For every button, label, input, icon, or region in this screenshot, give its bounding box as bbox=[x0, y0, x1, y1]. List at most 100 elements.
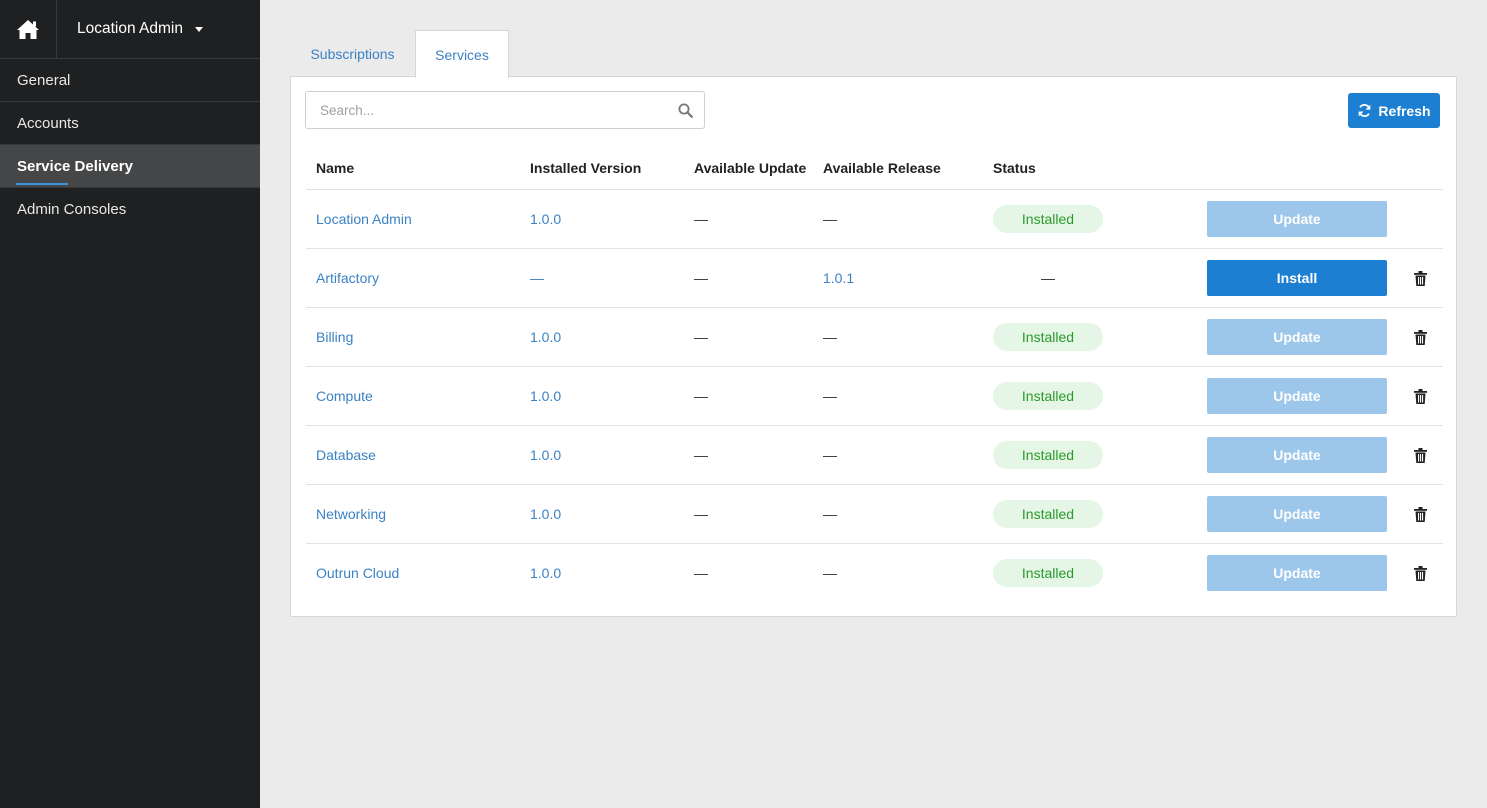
status-cell: — bbox=[993, 249, 1103, 307]
search-box bbox=[305, 91, 705, 129]
sidebar-item-label: Service Delivery bbox=[17, 157, 133, 175]
update-button[interactable]: Update bbox=[1207, 201, 1387, 237]
action-cell: Update bbox=[1207, 544, 1387, 602]
available-release: — bbox=[823, 565, 837, 581]
trash-icon bbox=[1413, 565, 1427, 581]
available-release: — bbox=[823, 329, 837, 345]
installed-version[interactable]: 1.0.0 bbox=[530, 426, 561, 484]
available-update: — bbox=[694, 211, 708, 227]
caret-down-icon bbox=[195, 26, 203, 32]
column-header-available-update[interactable]: Available Update bbox=[694, 147, 806, 189]
available-release: — bbox=[823, 506, 837, 522]
installed-version[interactable]: 1.0.0 bbox=[530, 308, 561, 366]
column-header-available-release[interactable]: Available Release bbox=[823, 147, 941, 189]
sidebar-item-label: Accounts bbox=[17, 114, 79, 132]
installed-version[interactable]: 1.0.0 bbox=[530, 367, 561, 425]
trash-icon bbox=[1413, 447, 1427, 463]
sidebar-item-label: Admin Consoles bbox=[17, 201, 127, 218]
sidebar-item-accounts[interactable]: Accounts bbox=[0, 102, 260, 145]
status-badge: Installed bbox=[993, 441, 1103, 469]
sidebar-item-label: General bbox=[17, 71, 71, 89]
installed-version[interactable]: 1.0.0 bbox=[530, 485, 561, 543]
sidebar: Location Admin General Accounts Service … bbox=[0, 0, 260, 808]
search-icon[interactable] bbox=[678, 103, 693, 118]
sidebar-header: Location Admin bbox=[0, 0, 260, 59]
available-release: — bbox=[823, 388, 837, 404]
update-button[interactable]: Update bbox=[1207, 555, 1387, 591]
available-update: — bbox=[694, 329, 708, 345]
status-badge: Installed bbox=[993, 205, 1103, 233]
service-name-link[interactable]: Artifactory bbox=[316, 249, 379, 307]
update-button[interactable]: Update bbox=[1207, 319, 1387, 355]
delete-button[interactable] bbox=[1411, 426, 1429, 484]
status-badge: Installed bbox=[993, 382, 1103, 410]
status-cell: Installed bbox=[993, 190, 1103, 248]
installed-version[interactable]: 1.0.0 bbox=[530, 190, 561, 248]
available-update: — bbox=[694, 388, 708, 404]
status-cell: Installed bbox=[993, 544, 1103, 602]
action-cell: Update bbox=[1207, 308, 1387, 366]
sidebar-item-service-delivery[interactable]: Service Delivery bbox=[0, 145, 260, 188]
installed-version: — bbox=[530, 270, 544, 286]
service-name-link[interactable]: Outrun Cloud bbox=[316, 544, 399, 602]
delete-button[interactable] bbox=[1411, 249, 1429, 307]
service-name-link[interactable]: Database bbox=[316, 426, 376, 484]
app-switcher-label: Location Admin bbox=[77, 20, 183, 37]
tab-services[interactable]: Services bbox=[415, 30, 509, 78]
tab-subscriptions[interactable]: Subscriptions bbox=[291, 30, 414, 77]
available-release: — bbox=[823, 447, 837, 463]
services-panel: Refresh Name Installed Version Available… bbox=[290, 76, 1457, 617]
refresh-button[interactable]: Refresh bbox=[1348, 93, 1440, 128]
available-release: — bbox=[823, 211, 837, 227]
table-row: Billing 1.0.0 — — Installed Update bbox=[306, 308, 1443, 367]
refresh-label: Refresh bbox=[1378, 102, 1431, 119]
status-cell: Installed bbox=[993, 485, 1103, 543]
app-switcher-dropdown[interactable]: Location Admin bbox=[57, 0, 260, 58]
trash-icon bbox=[1413, 270, 1427, 286]
home-button[interactable] bbox=[0, 0, 57, 58]
refresh-icon bbox=[1359, 104, 1371, 117]
status-badge: Installed bbox=[993, 323, 1103, 351]
update-button[interactable]: Update bbox=[1207, 378, 1387, 414]
status-cell: Installed bbox=[993, 308, 1103, 366]
status-cell: Installed bbox=[993, 367, 1103, 425]
action-cell: Update bbox=[1207, 426, 1387, 484]
tab-label: Subscriptions bbox=[310, 45, 395, 62]
table-row: Compute 1.0.0 — — Installed Update bbox=[306, 367, 1443, 426]
trash-icon bbox=[1413, 506, 1427, 522]
home-icon bbox=[17, 19, 39, 39]
status-cell: Installed bbox=[993, 426, 1103, 484]
table-row: Outrun Cloud 1.0.0 — — Installed Update bbox=[306, 544, 1443, 603]
status-text: — bbox=[1041, 270, 1055, 286]
tab-label: Services bbox=[435, 46, 489, 63]
trash-icon bbox=[1413, 329, 1427, 345]
column-header-name[interactable]: Name bbox=[316, 147, 354, 189]
delete-button[interactable] bbox=[1411, 308, 1429, 366]
install-button[interactable]: Install bbox=[1207, 260, 1387, 296]
available-update: — bbox=[694, 565, 708, 581]
search-input[interactable] bbox=[306, 92, 704, 128]
available-release[interactable]: 1.0.1 bbox=[823, 249, 854, 307]
available-update: — bbox=[694, 447, 708, 463]
update-button[interactable]: Update bbox=[1207, 437, 1387, 473]
delete-button[interactable] bbox=[1411, 544, 1429, 602]
table-body: Location Admin 1.0.0 — — Installed Update Arti… bbox=[306, 190, 1443, 603]
service-name-link[interactable]: Billing bbox=[316, 308, 353, 366]
status-badge: Installed bbox=[993, 559, 1103, 587]
sidebar-item-admin-consoles[interactable]: Admin Consoles bbox=[0, 188, 260, 231]
installed-version[interactable]: 1.0.0 bbox=[530, 544, 561, 602]
status-badge: Installed bbox=[993, 500, 1103, 528]
action-cell: Update bbox=[1207, 190, 1387, 248]
service-name-link[interactable]: Location Admin bbox=[316, 190, 412, 248]
action-cell: Update bbox=[1207, 367, 1387, 425]
service-name-link[interactable]: Compute bbox=[316, 367, 373, 425]
service-name-link[interactable]: Networking bbox=[316, 485, 386, 543]
update-button[interactable]: Update bbox=[1207, 496, 1387, 532]
table-row: Artifactory — — 1.0.1 — Install bbox=[306, 249, 1443, 308]
column-header-status[interactable]: Status bbox=[993, 147, 1036, 189]
sidebar-item-general[interactable]: General bbox=[0, 59, 260, 102]
delete-button[interactable] bbox=[1411, 367, 1429, 425]
column-header-installed-version[interactable]: Installed Version bbox=[530, 147, 641, 189]
delete-button[interactable] bbox=[1411, 485, 1429, 543]
available-update: — bbox=[694, 506, 708, 522]
